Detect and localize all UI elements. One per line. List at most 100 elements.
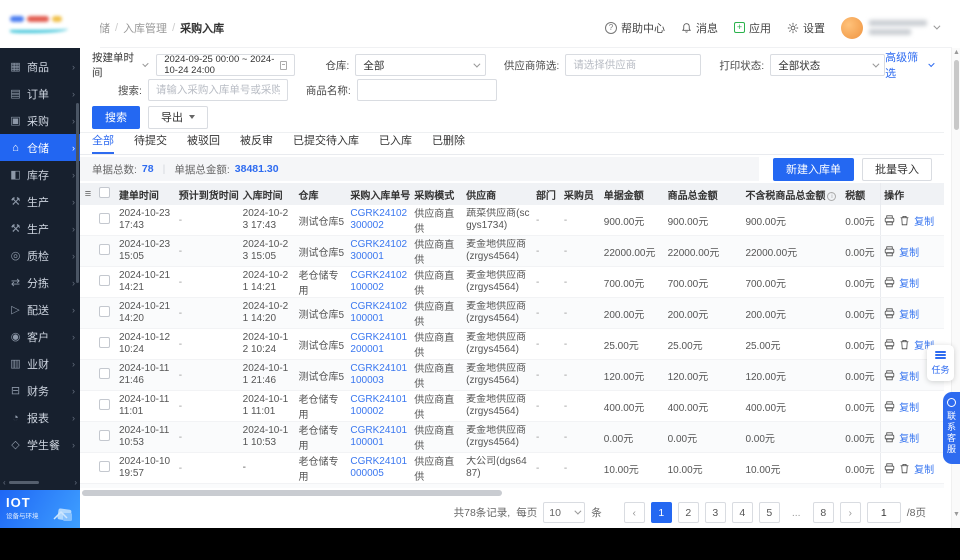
sidebar-item[interactable]: ▦ 商品 ›	[0, 53, 80, 80]
order-no-link[interactable]: CGRK24101100002	[347, 394, 411, 419]
page-number[interactable]: 2	[678, 502, 699, 523]
row-checkbox[interactable]	[99, 461, 110, 472]
batch-import-button[interactable]: 批量导入	[862, 158, 932, 181]
select-all-checkbox[interactable]	[99, 187, 110, 198]
sidebar-item[interactable]: ◇ 学生餐 ›	[0, 431, 80, 458]
prev-page-button[interactable]: ‹	[624, 502, 645, 523]
row-checkbox[interactable]	[99, 368, 110, 379]
sidebar-item[interactable]: ⊟ 财务 ›	[0, 377, 80, 404]
next-page-button[interactable]: ›	[840, 502, 861, 523]
delete-icon[interactable]	[899, 463, 910, 474]
messages-button[interactable]: 消息	[681, 20, 718, 36]
sidebar-item[interactable]: ⇄ 分拣 ›	[0, 269, 80, 296]
row-checkbox[interactable]	[99, 244, 110, 255]
status-tab[interactable]: 待提交	[134, 132, 167, 154]
status-tab[interactable]: 被反审	[240, 132, 273, 154]
sidebar-scrollbar[interactable]	[76, 103, 79, 283]
breadcrumb-inbound-mgmt[interactable]: 入库管理	[123, 20, 167, 36]
page-number[interactable]: 4	[732, 502, 753, 523]
sidebar-item[interactable]: ▣ 采购 ›	[0, 107, 80, 134]
status-tab[interactable]: 已提交待入库	[293, 132, 359, 154]
sidebar-item[interactable]: ▥ 业财 ›	[0, 350, 80, 377]
advanced-filter-toggle[interactable]: 高级筛选	[885, 49, 932, 81]
product-name-input[interactable]	[357, 79, 497, 101]
delete-icon[interactable]	[899, 339, 910, 350]
print-icon[interactable]	[884, 277, 895, 288]
scroll-up-icon[interactable]: ▲	[952, 49, 960, 56]
order-no-link[interactable]: CGRK24102100001	[347, 301, 411, 326]
copy-link[interactable]: 复制	[899, 368, 919, 383]
page-jump-input[interactable]	[867, 502, 901, 523]
status-tab[interactable]: 被驳回	[187, 132, 220, 154]
column-settings-icon[interactable]: ≡	[80, 188, 96, 200]
page-number[interactable]: 5	[759, 502, 780, 523]
iot-panel[interactable]: IOT 设备与环境	[0, 490, 80, 528]
print-icon[interactable]	[884, 401, 895, 412]
copy-link[interactable]: 复制	[899, 275, 919, 290]
sidebar-item[interactable]: ⚒ 生产 ›	[0, 215, 80, 242]
supplier-filter-input[interactable]	[565, 54, 701, 76]
warehouse-select[interactable]: 全部	[355, 54, 486, 76]
date-range-picker[interactable]: 2024-09-25 00:00 ~ 2024-10-24 24:00	[156, 54, 295, 76]
sidebar-item[interactable]: ◧ 库存 ›	[0, 161, 80, 188]
export-button[interactable]: 导出	[148, 106, 208, 129]
user-menu[interactable]	[841, 17, 938, 39]
copy-link[interactable]: 复制	[914, 461, 934, 476]
create-inbound-button[interactable]: 新建入库单	[773, 158, 854, 181]
order-no-link[interactable]: CGRK24101100001	[347, 425, 411, 450]
row-checkbox[interactable]	[99, 399, 110, 410]
copy-link[interactable]: 复制	[914, 213, 934, 228]
row-checkbox[interactable]	[99, 430, 110, 441]
print-icon[interactable]	[884, 432, 895, 443]
task-widget[interactable]: 任务	[927, 345, 954, 381]
print-icon[interactable]	[884, 339, 895, 350]
sidebar-hscroll[interactable]: ‹›	[0, 477, 80, 487]
info-icon[interactable]: i	[827, 192, 836, 201]
sidebar-item[interactable]: ▤ 订单 ›	[0, 80, 80, 107]
print-icon[interactable]	[884, 246, 895, 257]
search-input[interactable]	[148, 79, 288, 101]
scroll-down-icon[interactable]: ▼	[952, 511, 960, 518]
search-button[interactable]: 搜索	[92, 106, 140, 129]
sidebar-item[interactable]: ◉ 客户 ›	[0, 323, 80, 350]
order-no-link[interactable]: CGRK24101200001	[347, 332, 411, 357]
delete-icon[interactable]	[899, 215, 910, 226]
page-number[interactable]: 1	[651, 502, 672, 523]
order-no-link[interactable]: CGRK241010	[347, 487, 411, 489]
page-number[interactable]: 8	[813, 502, 834, 523]
status-tab[interactable]: 已入库	[379, 132, 412, 154]
print-status-select[interactable]: 全部状态	[770, 54, 885, 76]
status-tab[interactable]: 已删除	[432, 132, 465, 154]
row-checkbox[interactable]	[99, 306, 110, 317]
sidebar-item[interactable]: ◔ 报表 ›	[0, 404, 80, 431]
sidebar-item[interactable]: ◎ 质检 ›	[0, 242, 80, 269]
order-no-link[interactable]: CGRK24101100003	[347, 363, 411, 388]
print-icon[interactable]	[884, 215, 895, 226]
print-icon[interactable]	[884, 463, 895, 474]
time-type-select[interactable]: 按建单时间	[92, 50, 146, 80]
sidebar-item[interactable]: ⌂ 仓储 ›	[0, 134, 80, 161]
order-no-link[interactable]: CGRK24102300002	[347, 208, 411, 233]
order-no-link[interactable]: CGRK24101000005	[347, 456, 411, 481]
sidebar-item[interactable]: ⚒ 生产 ›	[0, 188, 80, 215]
help-center-button[interactable]: ? 帮助中心	[605, 20, 665, 36]
copy-link[interactable]: 复制	[899, 306, 919, 321]
print-icon[interactable]	[884, 370, 895, 381]
copy-link[interactable]: 复制	[899, 244, 919, 259]
apps-button[interactable]: + 应用	[734, 20, 771, 36]
contact-service-widget[interactable]: 联系客服	[943, 392, 960, 464]
status-tab[interactable]: 全部	[92, 132, 114, 154]
row-checkbox[interactable]	[99, 337, 110, 348]
horizontal-scrollbar[interactable]	[80, 489, 944, 497]
order-no-link[interactable]: CGRK24102300001	[347, 239, 411, 264]
copy-link[interactable]: 复制	[899, 430, 919, 445]
copy-link[interactable]: 复制	[899, 399, 919, 414]
row-checkbox[interactable]	[99, 213, 110, 224]
settings-button[interactable]: 设置	[787, 20, 825, 36]
page-number[interactable]: ...	[786, 502, 807, 523]
row-checkbox[interactable]	[99, 275, 110, 286]
sidebar-item[interactable]: ▷ 配送 ›	[0, 296, 80, 323]
page-number[interactable]: 3	[705, 502, 726, 523]
per-page-select[interactable]: 10	[543, 502, 585, 523]
order-no-link[interactable]: CGRK24102100002	[347, 270, 411, 295]
